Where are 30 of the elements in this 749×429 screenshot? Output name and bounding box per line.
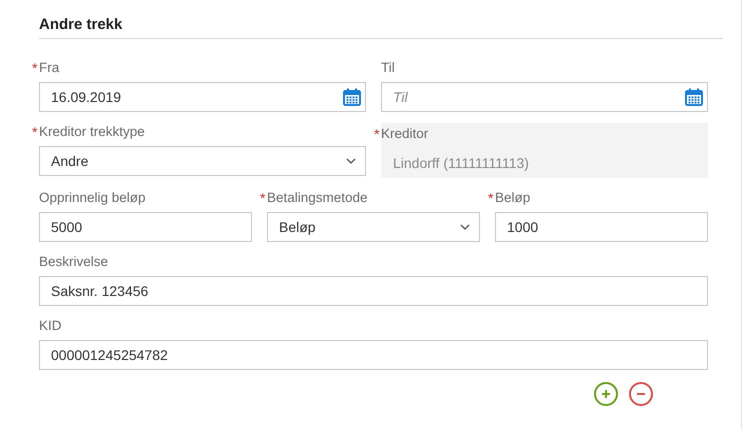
text-field[interactable]: 5000 [39, 212, 252, 242]
field-label: Fra [39, 59, 60, 77]
field-label: Opprinnelig beløp [39, 189, 146, 207]
calendar-icon[interactable] [685, 88, 703, 106]
required-mark: * [32, 123, 38, 141]
calendar-icon[interactable] [343, 88, 361, 106]
field-label: Kreditor trekktype [39, 123, 145, 141]
dropdown[interactable]: Beløp [267, 212, 480, 242]
dropdown[interactable]: Andre [39, 146, 366, 176]
required-mark: * [32, 59, 38, 77]
field-label: KID [39, 317, 62, 335]
field-label: Kreditor [381, 125, 428, 143]
date-field[interactable]: 16.09.2019 [39, 82, 366, 112]
field-label: Beskrivelse [39, 253, 108, 271]
field-label: Beløp [495, 189, 530, 207]
field-label: Betalingsmetode [267, 189, 368, 207]
text-field[interactable]: Saksnr. 123456 [39, 276, 708, 306]
section-title: Andre trekk [39, 15, 124, 34]
required-mark: * [260, 189, 266, 207]
chevron-down-icon [460, 224, 470, 230]
field-label: Til [381, 59, 395, 77]
required-mark: * [374, 125, 380, 143]
remove-button[interactable] [629, 382, 653, 406]
required-mark: * [488, 189, 494, 207]
add-button[interactable] [594, 382, 618, 406]
date-field[interactable]: Til [381, 82, 708, 112]
text-field[interactable]: 000001245254782 [39, 340, 708, 370]
chevron-down-icon [346, 158, 356, 164]
text-field[interactable]: 1000 [495, 212, 708, 242]
plus-icon [601, 389, 611, 399]
